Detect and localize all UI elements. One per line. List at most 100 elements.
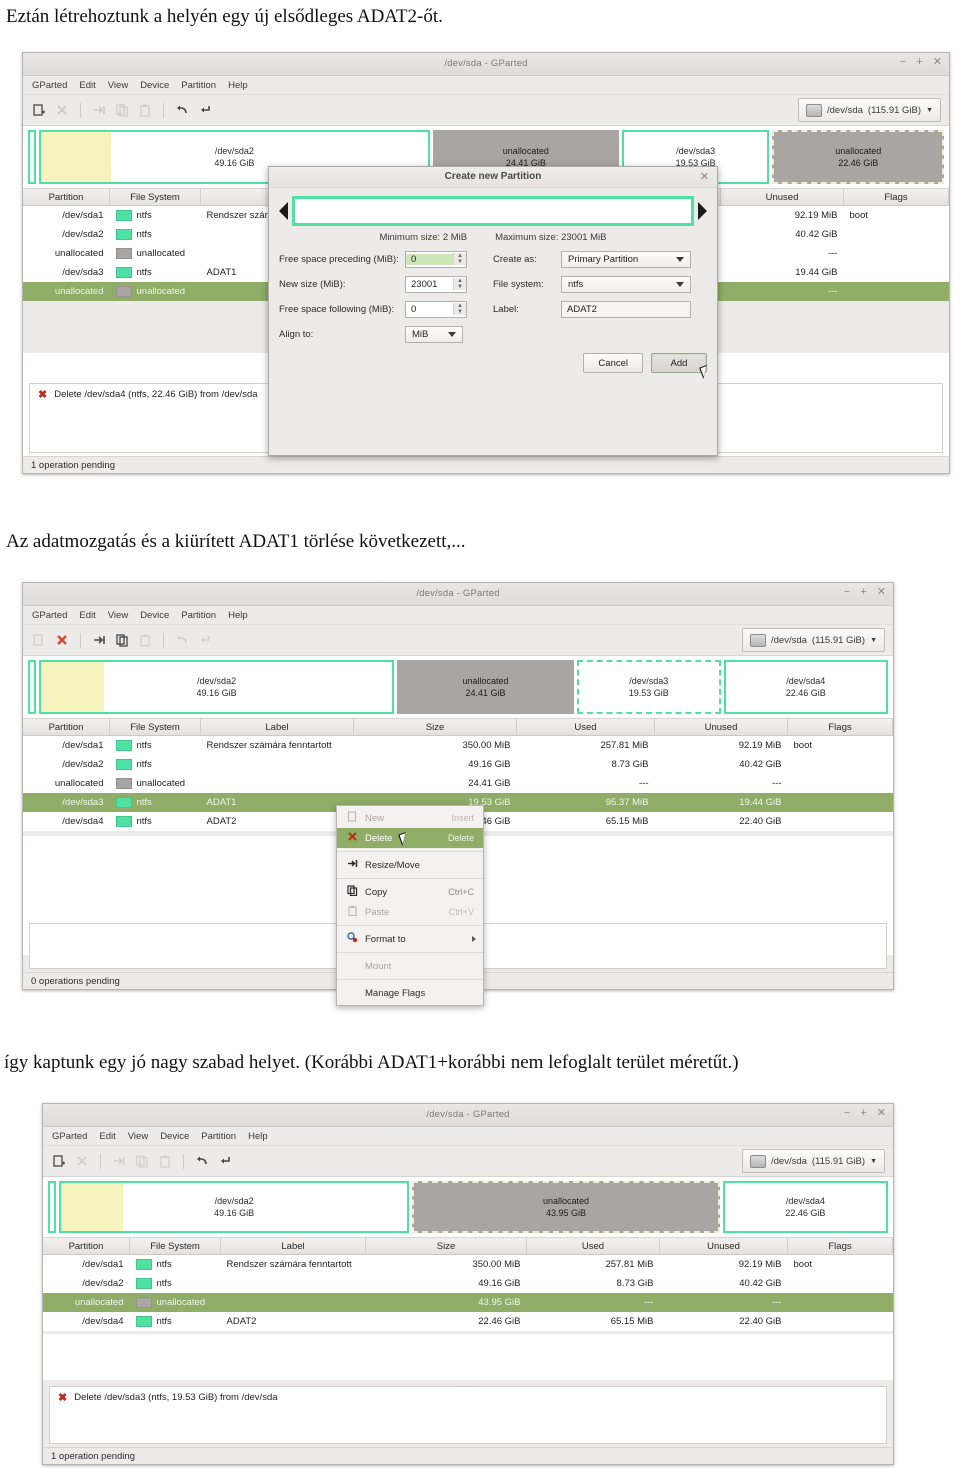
th-size[interactable]: Size [353, 719, 517, 736]
resize-move-icon[interactable] [92, 633, 106, 647]
menubar-1[interactable]: GParted Edit View Device Partition Help [23, 76, 949, 95]
menubar-3[interactable]: GParted Edit View Device Partition Help [43, 1127, 893, 1146]
table-row[interactable]: unallocated unallocated 24.41 GiB --- --… [23, 774, 893, 793]
field-label[interactable]: Label: ADAT2 [493, 300, 707, 318]
th-partition[interactable]: Partition [23, 719, 110, 736]
new-partition-icon[interactable] [52, 1154, 66, 1168]
add-button[interactable]: Add [651, 353, 707, 373]
close-icon[interactable]: ✕ [933, 56, 942, 68]
field-free-preceding[interactable]: Free space preceding (MiB): 0 ▲ ▼ [279, 250, 479, 268]
menu-help[interactable]: Help [228, 610, 248, 621]
apply-icon[interactable] [198, 633, 212, 647]
copy-icon[interactable] [115, 633, 129, 647]
table-row[interactable]: /dev/sda4 ntfs ADAT2 22.46 GiB 65.15 MiB… [43, 1312, 893, 1331]
partition-sda1-graphic[interactable] [28, 130, 36, 184]
th-flags[interactable]: Flags [787, 1238, 893, 1255]
partition-size-slider[interactable] [292, 196, 694, 226]
menu-view[interactable]: View [108, 610, 128, 621]
chevron-down-icon[interactable] [676, 281, 684, 287]
device-chooser[interactable]: /dev/sda (115.91 GiB) ▼ [797, 98, 941, 122]
cancel-button[interactable]: Cancel [583, 353, 643, 373]
close-icon[interactable]: ✕ [877, 1107, 886, 1119]
partition-graphic-item[interactable]: unallocated 22.46 GiB [772, 130, 945, 184]
create-new-partition-dialog[interactable]: Create new Partition ✕ Minimum size: 2 M… [268, 166, 718, 456]
partition-context-menu[interactable]: New Insert Delete Delete Resize/Move Cop… [336, 805, 484, 1006]
partition-sda1-graphic[interactable] [28, 660, 36, 714]
delete-partition-icon[interactable] [55, 633, 69, 647]
field-free-following[interactable]: Free space following (MiB): 0 ▲ ▼ [279, 300, 479, 318]
copy-icon[interactable] [115, 103, 129, 117]
menu-view[interactable]: View [128, 1131, 148, 1142]
new-partition-icon[interactable] [32, 633, 46, 647]
maximize-icon[interactable]: + [860, 586, 866, 598]
th-partition[interactable]: Partition [43, 1238, 130, 1255]
menu-edit[interactable]: Edit [99, 1131, 115, 1142]
th-flags[interactable]: Flags [843, 189, 949, 206]
menu-edit[interactable]: Edit [79, 610, 95, 621]
field-align-to[interactable]: Align to: MiB [279, 325, 479, 343]
menubar-2[interactable]: GParted Edit View Device Partition Help [23, 606, 893, 625]
menu-item-manage-flags[interactable]: Manage Flags [337, 983, 483, 1003]
partition-graphic-item[interactable]: /dev/sda2 49.16 GiB [59, 1181, 410, 1233]
label-input[interactable]: ADAT2 [561, 300, 691, 318]
menu-item-paste[interactable]: Paste Ctrl+V [337, 902, 483, 922]
menu-view[interactable]: View [108, 80, 128, 91]
new-partition-icon[interactable] [32, 103, 46, 117]
table-row[interactable]: /dev/sda1 ntfs Rendszer számára fenntart… [43, 1255, 893, 1275]
resize-left-arrow-icon[interactable] [279, 202, 288, 220]
partition-table-3[interactable]: Partition File System Label Size Used Un… [43, 1238, 893, 1331]
gparted-window-2[interactable]: /dev/sda - GParted − + ✕ GParted Edit Vi… [22, 582, 894, 1006]
th-filesystem[interactable]: File System [129, 1238, 221, 1255]
new-size-value[interactable]: 23001 [406, 279, 453, 290]
apply-icon[interactable] [218, 1154, 232, 1168]
chevron-down-icon[interactable]: ▼ [870, 637, 877, 644]
th-filesystem[interactable]: File System [109, 719, 201, 736]
th-label[interactable]: Label [220, 1238, 366, 1255]
field-file-system[interactable]: File system: ntfs [493, 275, 707, 293]
menu-item-new[interactable]: New Insert [337, 808, 483, 828]
create-as-dropdown[interactable]: Primary Partition [561, 250, 691, 268]
table-row[interactable]: /dev/sda2 ntfs 49.16 GiB 8.73 GiB 40.42 … [43, 1274, 893, 1293]
th-used[interactable]: Used [526, 1238, 660, 1255]
menu-gparted[interactable]: GParted [32, 80, 67, 91]
maximize-icon[interactable]: + [916, 56, 922, 68]
align-to-dropdown[interactable]: MiB [405, 325, 463, 343]
spinner-arrows-icon[interactable]: ▲ ▼ [453, 278, 466, 290]
menu-item-resize-move[interactable]: Resize/Move [337, 855, 483, 875]
field-new-size[interactable]: New size (MiB): 23001 ▲ ▼ [279, 275, 479, 293]
partition-sda1-graphic[interactable] [48, 1181, 56, 1233]
spinner-arrows-icon[interactable]: ▲ ▼ [453, 253, 466, 265]
menu-device[interactable]: Device [160, 1131, 189, 1142]
th-size[interactable]: Size [365, 1238, 527, 1255]
apply-icon[interactable] [198, 103, 212, 117]
toolbar-3[interactable]: /dev/sda (115.91 GiB) ▼ [43, 1146, 893, 1176]
menu-partition[interactable]: Partition [181, 80, 216, 91]
menu-gparted[interactable]: GParted [52, 1131, 87, 1142]
free-preceding-spinner[interactable]: 0 ▲ ▼ [405, 250, 467, 268]
partition-graphic-item[interactable]: /dev/sda4 22.46 GiB [722, 1181, 888, 1233]
chevron-down-icon[interactable] [448, 331, 456, 337]
undo-icon[interactable] [175, 103, 189, 117]
chevron-down-icon[interactable]: ▼ [870, 1158, 877, 1165]
window-buttons[interactable]: − + ✕ [844, 586, 886, 598]
th-label[interactable]: Label [200, 719, 354, 736]
menu-edit[interactable]: Edit [79, 80, 95, 91]
partition-graphic-item[interactable]: /dev/sda4 22.46 GiB [723, 660, 888, 714]
th-filesystem[interactable]: File System [109, 189, 201, 206]
field-create-as[interactable]: Create as: Primary Partition [493, 250, 707, 268]
free-preceding-value[interactable]: 0 [406, 253, 453, 265]
paste-icon[interactable] [138, 633, 152, 647]
toolbar-1[interactable]: /dev/sda (115.91 GiB) ▼ [23, 95, 949, 125]
pane-grip[interactable]: ····· [459, 1382, 477, 1391]
partition-resize-widget[interactable] [279, 196, 707, 226]
gparted-window-1[interactable]: /dev/sda - GParted − + ✕ GParted Edit Vi… [22, 52, 950, 474]
window-buttons[interactable]: − + ✕ [844, 1107, 886, 1119]
resize-right-arrow-icon[interactable] [698, 202, 707, 220]
table-row[interactable]: /dev/sda2 ntfs 49.16 GiB 8.73 GiB 40.42 … [23, 755, 893, 774]
th-unused[interactable]: Unused [720, 189, 844, 206]
device-chooser[interactable]: /dev/sda (115.91 GiB) ▼ [741, 1149, 885, 1173]
resize-move-icon[interactable] [112, 1154, 126, 1168]
th-used[interactable]: Used [516, 719, 655, 736]
partition-graphic-2[interactable]: /dev/sda2 49.16 GiB unallocated 24.41 Gi… [23, 655, 893, 719]
menu-device[interactable]: Device [140, 80, 169, 91]
